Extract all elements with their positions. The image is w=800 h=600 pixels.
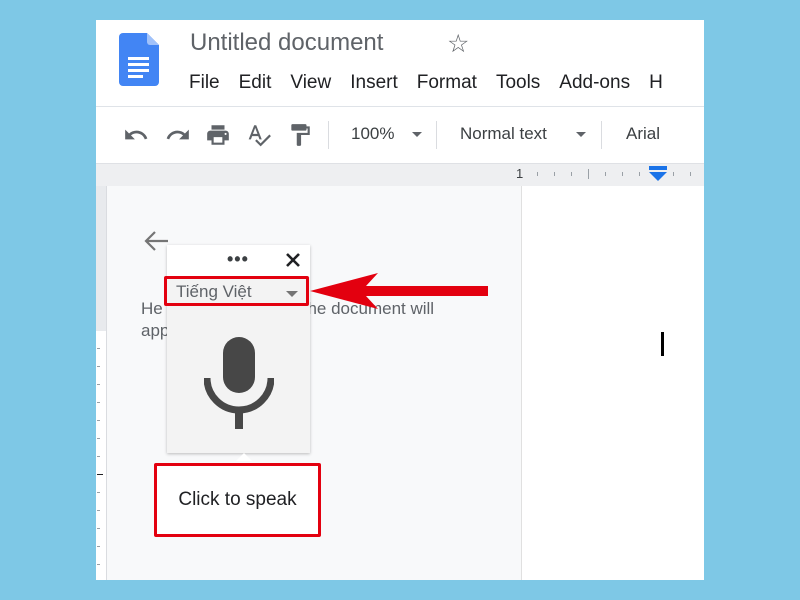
- menu-add-ons[interactable]: Add-ons: [559, 72, 630, 94]
- ruler-tick: [97, 546, 100, 547]
- ruler-tick: [97, 528, 100, 529]
- menu-insert[interactable]: Insert: [350, 72, 398, 94]
- ruler-label: 1: [516, 166, 524, 181]
- ruler-tick: [97, 438, 100, 439]
- paint-format-icon[interactable]: [287, 122, 313, 148]
- undo-icon[interactable]: [123, 122, 149, 148]
- ruler-tick: [690, 172, 691, 176]
- annotation-highlight-language: [164, 276, 309, 306]
- ruler-tick: [97, 420, 100, 421]
- style-dropdown-icon[interactable]: [576, 132, 586, 137]
- spellcheck-icon[interactable]: [246, 122, 272, 148]
- toolbar-divider: [601, 121, 602, 149]
- click-to-speak-label: Click to speak: [178, 489, 297, 510]
- ruler-tick: [97, 510, 100, 511]
- ruler-tick: [639, 172, 640, 176]
- ruler-tick: [97, 384, 100, 385]
- ruler-margin-shade: [96, 186, 106, 331]
- click-to-speak-tooltip: Click to speak: [154, 463, 321, 537]
- more-options-icon[interactable]: •••: [227, 249, 249, 270]
- zoom-select[interactable]: 100%: [351, 124, 394, 144]
- ruler-tick: [673, 172, 674, 176]
- ruler-tick: [97, 492, 100, 493]
- font-select[interactable]: Arial: [626, 124, 660, 144]
- menu-file[interactable]: File: [189, 72, 220, 94]
- ruler-tick: [622, 172, 623, 176]
- ruler-tick: [97, 348, 100, 349]
- widget-header: •••: [167, 245, 310, 277]
- ruler-tick: [97, 474, 103, 475]
- menu-help[interactable]: H: [649, 72, 663, 94]
- star-icon[interactable]: ☆: [447, 29, 469, 59]
- annotation-arrow-icon: [310, 273, 488, 309]
- ruler-tick: [571, 172, 572, 176]
- menu-edit[interactable]: Edit: [239, 72, 272, 94]
- redo-icon[interactable]: [165, 122, 191, 148]
- ruler-tick: [537, 172, 538, 176]
- ruler-tick: [588, 169, 589, 179]
- text-cursor: [661, 332, 664, 356]
- google-docs-window: Untitled document ☆ File Edit View Inser…: [96, 20, 704, 580]
- helper-text-line2: app: [141, 321, 170, 340]
- close-icon[interactable]: [284, 251, 302, 269]
- helper-text-start: He: [141, 299, 163, 318]
- google-docs-icon[interactable]: [119, 33, 159, 86]
- header: Untitled document ☆ File Edit View Inser…: [96, 20, 704, 107]
- tooltip-pointer: [236, 453, 252, 461]
- print-icon[interactable]: [205, 122, 231, 148]
- document-title[interactable]: Untitled document: [190, 29, 383, 57]
- ruler-tick: [605, 172, 606, 176]
- paragraph-style-select[interactable]: Normal text: [460, 124, 547, 144]
- toolbar: 100% Normal text Arial: [96, 107, 704, 163]
- horizontal-ruler[interactable]: 1: [96, 163, 704, 187]
- menu-bar: File Edit View Insert Format Tools Add-o…: [189, 72, 682, 94]
- menu-tools[interactable]: Tools: [496, 72, 540, 94]
- ruler-tick: [97, 564, 100, 565]
- menu-view[interactable]: View: [290, 72, 331, 94]
- vertical-ruler[interactable]: [96, 186, 106, 580]
- ruler-tick: [554, 172, 555, 176]
- indent-marker-icon[interactable]: [649, 166, 667, 182]
- microphone-icon[interactable]: [204, 337, 274, 429]
- ruler-tick: [97, 402, 100, 403]
- toolbar-divider: [328, 121, 329, 149]
- ruler-tick: [97, 366, 100, 367]
- ruler-tick: [97, 456, 100, 457]
- back-arrow-icon[interactable]: [143, 230, 169, 252]
- menu-format[interactable]: Format: [417, 72, 477, 94]
- toolbar-divider: [436, 121, 437, 149]
- zoom-dropdown-icon[interactable]: [412, 132, 422, 137]
- document-page[interactable]: [521, 186, 704, 580]
